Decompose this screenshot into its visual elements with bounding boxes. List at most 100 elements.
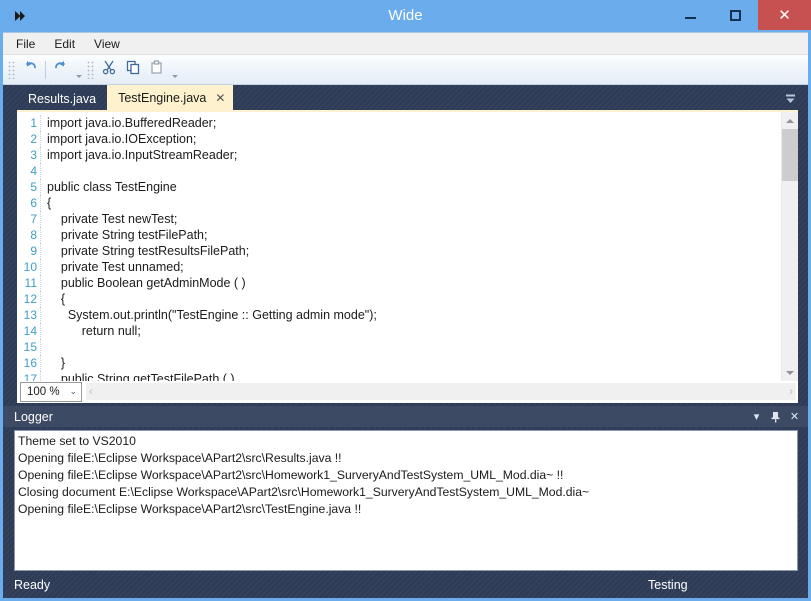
- code-line: public String getTestFilePath ( ): [47, 372, 235, 381]
- line-number: 9: [17, 243, 41, 259]
- window-controls: ✕: [668, 0, 811, 30]
- log-line: Theme set to VS2010: [18, 434, 136, 448]
- redo-icon: [53, 59, 69, 80]
- chevron-down-icon: [75, 74, 82, 78]
- tab-results-java[interactable]: Results.java: [17, 87, 107, 110]
- editor-bottom-bar: 100 % ⌄ ‹ ›: [17, 381, 798, 403]
- editor-horizontal-scrollbar[interactable]: ‹ ›: [86, 383, 796, 400]
- tab-label: Results.java: [28, 91, 97, 106]
- minimize-button[interactable]: [668, 0, 713, 30]
- line-number: 7: [17, 211, 41, 227]
- line-number: 5: [17, 179, 41, 195]
- code-line: public class TestEngine: [47, 180, 177, 194]
- editor-scroll-region[interactable]: 1 2 3 4 5 6 7 8 9 10 11 12 13 14 15 16 1…: [17, 112, 781, 381]
- logger-dropdown-button[interactable]: ▾: [749, 409, 764, 424]
- logger-header: Logger ▾ ✕: [3, 406, 808, 427]
- paste-button[interactable]: [145, 58, 169, 82]
- logger-title: Logger: [14, 409, 53, 424]
- tab-label: TestEngine.java: [118, 90, 207, 105]
- line-number: 4: [17, 163, 41, 179]
- cut-button[interactable]: [97, 58, 121, 82]
- log-line: Opening fileE:\Eclipse Workspace\APart2\…: [18, 502, 362, 516]
- code-line: public Boolean getAdminMode ( ): [47, 276, 246, 290]
- line-number: 17: [17, 371, 41, 381]
- chevron-down-icon: [786, 370, 794, 375]
- code-line: import java.io.IOException;: [47, 132, 197, 146]
- scroll-left-button[interactable]: ‹: [89, 386, 93, 398]
- scrollbar-thumb[interactable]: [782, 129, 798, 181]
- chevron-up-icon: [786, 118, 794, 123]
- tab-list-dropdown-button[interactable]: [782, 90, 798, 106]
- code-line: }: [47, 356, 66, 370]
- title-bar: Wide ✕: [0, 0, 811, 32]
- code-line: System.out.println("TestEngine :: Gettin…: [47, 308, 377, 322]
- paste-dropdown-button[interactable]: [169, 58, 180, 82]
- status-text-left: Ready: [14, 577, 51, 592]
- tab-strip: Results.java TestEngine.java ✕: [3, 85, 808, 110]
- chevron-down-icon: ⌄: [69, 386, 77, 396]
- maximize-icon: [730, 9, 741, 21]
- code-line: {: [47, 292, 66, 306]
- logger-output[interactable]: Theme set to VS2010 Opening fileE:\Eclip…: [14, 430, 798, 571]
- logger-tool-window: Logger ▾ ✕ Theme set to VS2010 Opening f…: [3, 403, 808, 571]
- scrollbar-track[interactable]: [782, 129, 798, 364]
- paste-icon: [149, 59, 165, 80]
- log-line: Opening fileE:\Eclipse Workspace\APart2\…: [18, 468, 564, 482]
- toolbar-grip[interactable]: [8, 60, 15, 79]
- code-line: import java.io.InputStreamReader;: [47, 148, 238, 162]
- code-line: private Test newTest;: [47, 212, 178, 226]
- line-number: 12: [17, 291, 41, 307]
- zoom-level-select[interactable]: 100 % ⌄: [20, 381, 82, 402]
- tab-close-icon[interactable]: ✕: [215, 92, 225, 104]
- copy-icon: [125, 59, 141, 80]
- line-number: 1: [17, 115, 41, 131]
- code-line: return null;: [47, 324, 141, 338]
- line-number: 2: [17, 131, 41, 147]
- close-button[interactable]: ✕: [758, 0, 811, 30]
- line-number: 6: [17, 195, 41, 211]
- undo-button[interactable]: [18, 58, 42, 82]
- line-number: 13: [17, 307, 41, 323]
- scroll-up-button[interactable]: [782, 112, 798, 129]
- code-line: private String testResultsFilePath;: [47, 244, 250, 258]
- logger-pin-button[interactable]: [768, 409, 783, 424]
- logger-close-button[interactable]: ✕: [787, 409, 802, 424]
- menu-edit[interactable]: Edit: [51, 35, 84, 53]
- code-line: private Test unnamed;: [47, 260, 184, 274]
- redo-button[interactable]: [49, 58, 73, 82]
- scroll-right-button[interactable]: ›: [789, 386, 793, 398]
- line-number-gutter: 1 2 3 4 5 6 7 8 9 10 11 12 13 14 15 16 1…: [17, 112, 43, 381]
- line-number: 8: [17, 227, 41, 243]
- document-host: Results.java TestEngine.java ✕ 1 2 3 4 5…: [3, 85, 808, 403]
- application-window: Wide ✕ File Edit View Results.java TestE…: [0, 0, 811, 601]
- copy-button[interactable]: [121, 58, 145, 82]
- code-line: import java.io.BufferedReader;: [47, 116, 217, 130]
- line-number: 14: [17, 323, 41, 339]
- line-number: 10: [17, 259, 41, 275]
- client-area: File Edit View Results.java TestEngine.j…: [3, 32, 808, 598]
- editor-vertical-scrollbar[interactable]: [781, 112, 798, 381]
- editor-pane: 1 2 3 4 5 6 7 8 9 10 11 12 13 14 15 16 1…: [17, 110, 798, 381]
- menu-file[interactable]: File: [13, 35, 44, 53]
- line-number: 3: [17, 147, 41, 163]
- menu-bar: File Edit View: [3, 33, 808, 55]
- scroll-down-button[interactable]: [782, 364, 798, 381]
- code-line: private String testFilePath;: [47, 228, 208, 242]
- undo-icon: [22, 59, 38, 80]
- code-line: {: [47, 196, 52, 210]
- zoom-level-value: 100 %: [27, 385, 60, 398]
- minimize-icon: [685, 17, 696, 19]
- cut-icon: [101, 59, 117, 80]
- status-bar: Ready Testing: [3, 571, 808, 598]
- redo-dropdown-button[interactable]: [73, 58, 84, 82]
- toolbar-grip-2[interactable]: [87, 60, 94, 79]
- log-line: Closing document E:\Eclipse Workspace\AP…: [18, 485, 590, 499]
- status-text-right: Testing: [648, 577, 688, 592]
- maximize-button[interactable]: [713, 0, 758, 30]
- code-text[interactable]: import java.io.BufferedReader; import ja…: [43, 112, 781, 381]
- tab-testengine-java[interactable]: TestEngine.java ✕: [107, 85, 234, 110]
- menu-view[interactable]: View: [91, 35, 129, 53]
- chevron-down-icon: [171, 74, 178, 78]
